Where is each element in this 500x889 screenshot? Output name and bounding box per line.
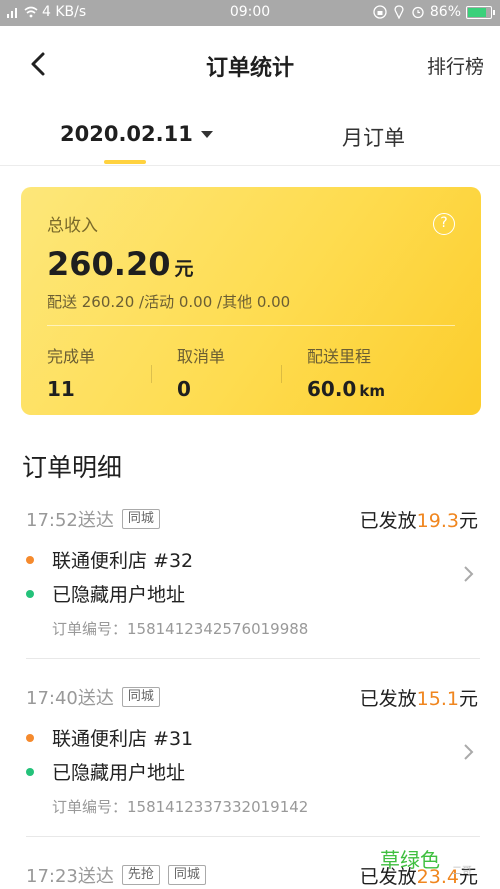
dropoff-dot-icon xyxy=(26,767,34,776)
order-tag: 同城 xyxy=(121,687,160,707)
pickup-dot-icon xyxy=(26,733,34,742)
order-time: 17:52送达 同城 xyxy=(26,506,160,532)
delivery-time: 17:23送达 xyxy=(26,866,114,887)
total-income-value: 260.20 xyxy=(47,245,171,283)
pickup-dot-icon xyxy=(26,555,34,564)
order-tag: 先抢 xyxy=(121,865,160,885)
payout-prefix: 已发放 xyxy=(359,688,417,710)
help-icon[interactable]: ? xyxy=(433,213,455,235)
payout-unit: 元 xyxy=(458,510,478,532)
dropoff-dot-icon xyxy=(26,589,34,598)
tab-date-label: 2020.02.11 xyxy=(60,122,193,146)
payout-amount: 15.1 xyxy=(416,688,459,710)
order-tag: 同城 xyxy=(167,865,206,885)
alarm-icon xyxy=(412,6,424,19)
customer-address: 已隐藏用户地址 xyxy=(52,584,186,606)
order-divider xyxy=(26,658,480,659)
order-item[interactable]: 17:52送达 同城 已发放19.3元 联通便利店 #32 已隐藏用户地址 订单… xyxy=(0,506,500,659)
payout: 已发放19.3元 xyxy=(360,506,478,533)
lock-rotation-icon xyxy=(373,5,387,19)
payout-unit: 元 xyxy=(458,688,478,710)
watermark-sub: 二哥 xyxy=(452,866,472,877)
ranking-button[interactable]: 排行榜 xyxy=(427,52,484,79)
distance-unit: km xyxy=(359,382,385,400)
watermark-text: 草绿色 xyxy=(380,848,440,872)
battery-percent: 86% xyxy=(429,4,461,20)
stat-distance-label: 配送里程 xyxy=(307,347,372,366)
pickup-line: 联通便利店 #32 xyxy=(26,546,193,573)
order-number: 订单编号：1581412342576019988 xyxy=(52,620,309,638)
delivery-time: 17:40送达 xyxy=(26,688,114,709)
battery-icon xyxy=(466,5,495,19)
order-number: 订单编号：1581412337332019142 xyxy=(52,798,309,816)
stat-completed-value: 11 xyxy=(47,377,75,401)
stat-cancelled-value: 0 xyxy=(177,377,191,401)
caret-down-icon xyxy=(200,130,213,138)
stat-separator xyxy=(281,365,282,383)
tab-bar: 2020.02.11 月订单 xyxy=(0,102,500,166)
order-divider xyxy=(26,836,480,837)
dropoff-line: 已隐藏用户地址 xyxy=(26,758,185,785)
battery-level xyxy=(468,7,487,17)
payout-prefix: 已发放 xyxy=(359,510,417,532)
income-summary-card: 总收入 ? 260.20 元 配送 260.20 /活动 0.00 /其他 0.0… xyxy=(21,187,481,415)
active-tab-indicator xyxy=(104,160,146,164)
payout: 已发放15.1元 xyxy=(360,684,478,711)
stat-distance-value: 60.0 km xyxy=(307,377,385,401)
chevron-right-icon[interactable] xyxy=(462,564,476,584)
status-right: 86% xyxy=(373,4,495,20)
nav-bar: 订单统计 排行榜 xyxy=(0,26,500,102)
total-income-unit: 元 xyxy=(174,258,194,280)
order-details-title: 订单明细 xyxy=(22,453,123,482)
total-income: 260.20 元 xyxy=(47,245,194,283)
stat-distance: 配送里程 60.0 km xyxy=(307,343,385,401)
income-breakdown: 配送 260.20 /活动 0.00 /其他 0.00 xyxy=(47,293,291,311)
page-title: 订单统计 xyxy=(205,56,294,81)
tab-date-picker[interactable]: 2020.02.11 xyxy=(60,122,213,146)
summary-divider xyxy=(47,325,455,326)
order-tag: 同城 xyxy=(121,509,160,529)
chevron-right-icon[interactable] xyxy=(462,742,476,762)
tab-monthly-orders[interactable]: 月订单 xyxy=(342,122,405,152)
dropoff-line: 已隐藏用户地址 xyxy=(26,580,185,607)
customer-address: 已隐藏用户地址 xyxy=(52,762,186,784)
stat-completed: 完成单 11 xyxy=(47,343,95,401)
stat-separator xyxy=(151,365,152,383)
total-income-label: 总收入 xyxy=(47,216,98,236)
pickup-line: 联通便利店 #31 xyxy=(26,724,193,751)
stat-completed-label: 完成单 xyxy=(47,347,96,366)
delivery-time: 17:52送达 xyxy=(26,510,114,531)
order-item[interactable]: 17:40送达 同城 已发放15.1元 联通便利店 #31 已隐藏用户地址 订单… xyxy=(0,684,500,837)
stat-cancelled: 取消单 0 xyxy=(177,343,225,401)
order-time: 17:40送达 同城 xyxy=(26,684,160,710)
store-name: 联通便利店 #32 xyxy=(52,550,194,572)
location-icon xyxy=(394,5,404,19)
stat-cancelled-label: 取消单 xyxy=(177,347,226,366)
status-bar: 4 KB/s 09:00 86% xyxy=(0,0,500,26)
order-time: 17:23送达 先抢 同城 xyxy=(26,862,206,888)
distance-number: 60.0 xyxy=(307,377,357,401)
store-name: 联通便利店 #31 xyxy=(52,728,194,750)
payout-amount: 19.3 xyxy=(416,510,459,532)
